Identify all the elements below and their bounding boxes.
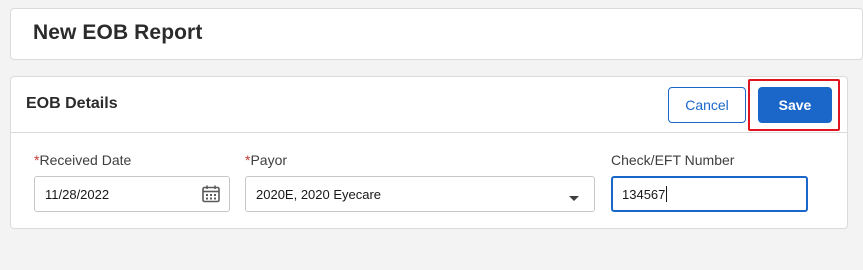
- card-header: EOB Details Cancel Save: [11, 77, 847, 133]
- save-button[interactable]: Save: [758, 87, 832, 123]
- received-date-label: *Received Date: [34, 152, 132, 168]
- text-cursor: [666, 186, 668, 202]
- payor-value: 2020E, 2020 Eyecare: [256, 186, 382, 202]
- cancel-button[interactable]: Cancel: [668, 87, 746, 123]
- payor-label: *Payor: [245, 152, 288, 168]
- check-eft-input[interactable]: 134567: [611, 176, 808, 212]
- page-title: New EOB Report: [33, 21, 203, 44]
- card-title: EOB Details: [26, 95, 118, 112]
- calendar-icon[interactable]: [201, 184, 221, 207]
- payor-select[interactable]: 2020E, 2020 Eyecare: [245, 176, 595, 212]
- check-eft-label: Check/EFT Number: [611, 152, 735, 168]
- received-date-value: 11/28/2022: [45, 186, 110, 202]
- check-eft-value: 134567: [622, 186, 666, 202]
- received-date-input[interactable]: 11/28/2022: [34, 176, 230, 212]
- chevron-down-icon: [568, 191, 580, 206]
- eob-details-card: EOB Details Cancel Save *Received Date 1…: [10, 76, 848, 229]
- page-header: New EOB Report: [10, 8, 863, 60]
